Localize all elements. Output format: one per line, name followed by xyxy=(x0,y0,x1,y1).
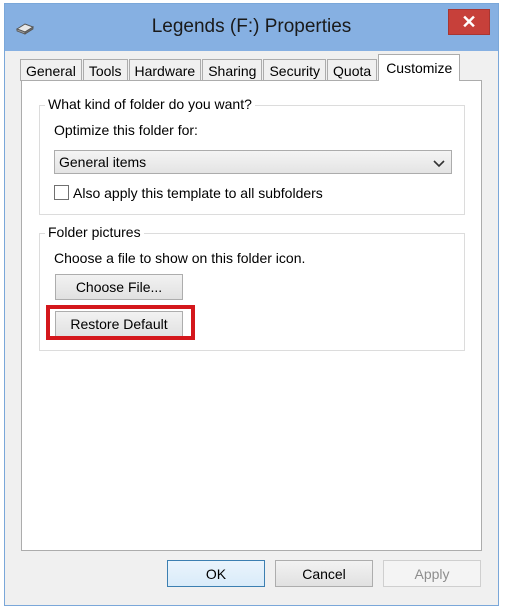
choose-file-button[interactable]: Choose File... xyxy=(55,274,183,300)
properties-dialog: Legends (F:) Properties ✕ General Tools … xyxy=(4,3,499,606)
ok-button[interactable]: OK xyxy=(167,560,265,587)
tab-tools[interactable]: Tools xyxy=(82,59,128,81)
title-bar[interactable]: Legends (F:) Properties ✕ xyxy=(5,4,498,51)
folder-pictures-description: Choose a file to show on this folder ico… xyxy=(54,250,306,266)
chevron-down-icon xyxy=(433,156,445,168)
optimize-label: Optimize this folder for: xyxy=(54,122,198,138)
tab-security[interactable]: Security xyxy=(263,59,327,81)
close-button[interactable]: ✕ xyxy=(448,9,490,35)
tab-sharing[interactable]: Sharing xyxy=(202,59,263,81)
tab-customize[interactable]: Customize xyxy=(378,54,461,81)
highlight-box xyxy=(46,305,195,340)
optimize-select[interactable]: General items xyxy=(54,150,452,174)
folder-pictures-group-label: Folder pictures xyxy=(45,224,144,240)
tab-hardware[interactable]: Hardware xyxy=(128,59,202,81)
tab-strip: General Tools Hardware Sharing Security … xyxy=(20,54,461,81)
optimize-select-value: General items xyxy=(59,154,147,170)
close-icon: ✕ xyxy=(461,11,477,32)
customize-panel: What kind of folder do you want? Optimiz… xyxy=(21,80,482,551)
tab-quota[interactable]: Quota xyxy=(327,59,378,81)
folder-type-group-label: What kind of folder do you want? xyxy=(45,96,255,112)
cancel-button[interactable]: Cancel xyxy=(275,560,373,587)
apply-subfolders-label: Also apply this template to all subfolde… xyxy=(73,185,323,201)
tab-general[interactable]: General xyxy=(20,59,82,81)
folder-type-group: What kind of folder do you want? Optimiz… xyxy=(39,96,465,215)
apply-button[interactable]: Apply xyxy=(383,560,481,587)
apply-subfolders-checkbox[interactable] xyxy=(54,185,69,200)
window-title: Legends (F:) Properties xyxy=(151,16,352,37)
